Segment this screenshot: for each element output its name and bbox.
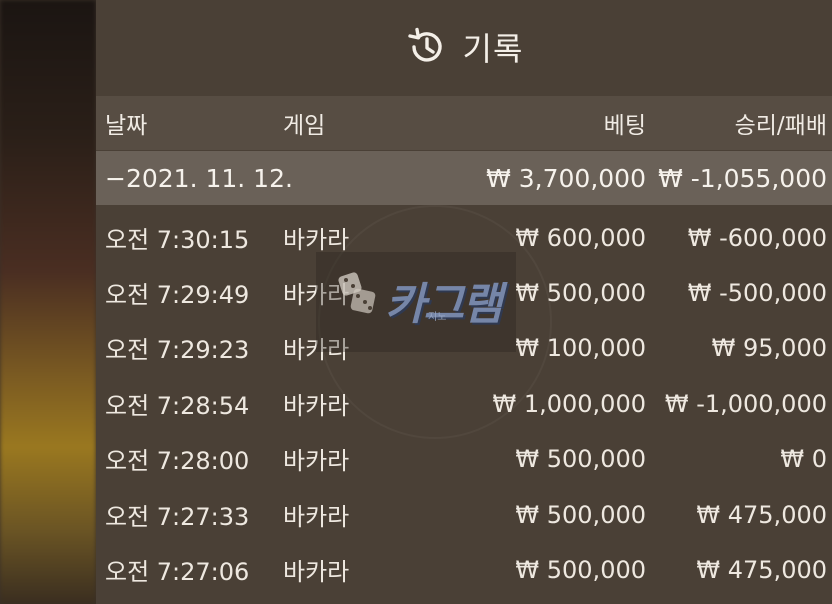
row-time: 오전 7:29:23 [105,336,250,364]
row-result: ₩ -600,000 [687,223,827,252]
watermark-logo-sub: 지노 [428,312,447,323]
row-game: 바카라 [283,447,350,475]
table-header: 날짜 게임 베팅 승리/패배 [96,96,832,150]
dice-icon [336,268,384,320]
summary-date: −2021. 11. 12. [105,163,293,193]
row-bet: ₩ 100,000 [515,333,646,362]
row-time: 오전 7:28:00 [105,447,250,475]
row-game: 바카라 [283,558,350,586]
row-time: 오전 7:27:06 [105,558,250,586]
history-icon [405,25,449,69]
row-result: ₩ 95,000 [711,333,827,362]
table-row[interactable]: 오전 7:27:33 바카라 ₩ 500,000 ₩ 475,000 [96,487,832,542]
summary-result: ₩ -1,055,000 [658,163,827,193]
row-bet: ₩ 500,000 [515,278,646,307]
row-game: 바카라 [283,503,350,531]
summary-bet: ₩ 3,700,000 [486,163,646,193]
row-result: ₩ 475,000 [696,555,827,584]
row-game: 바카라 [283,392,350,420]
column-header-bet: 베팅 [603,113,646,139]
row-bet: ₩ 600,000 [515,223,646,252]
date-summary-row[interactable]: −2021. 11. 12. ₩ 3,700,000 ₩ -1,055,000 [96,151,832,205]
column-header-result: 승리/패배 [734,113,827,139]
panel-title: 기록 [462,30,524,68]
row-bet: ₩ 500,000 [515,555,646,584]
column-header-game: 게임 [283,113,326,139]
row-result: ₩ -1,000,000 [664,389,827,418]
row-result: ₩ 0 [780,444,827,473]
row-time: 오전 7:29:49 [105,281,250,309]
background-game-blur [0,0,96,604]
row-result: ₩ -500,000 [687,278,827,307]
column-header-date: 날짜 [105,113,148,139]
row-bet: ₩ 1,000,000 [492,389,646,418]
row-bet: ₩ 500,000 [515,500,646,529]
table-row[interactable]: 오전 7:28:54 바카라 ₩ 1,000,000 ₩ -1,000,000 [96,376,832,431]
row-bet: ₩ 500,000 [515,444,646,473]
row-time: 오전 7:28:54 [105,392,250,420]
table-row[interactable]: 오전 7:28:00 바카라 ₩ 500,000 ₩ 0 [96,431,832,486]
row-time: 오전 7:27:33 [105,503,250,531]
table-row[interactable]: 오전 7:27:06 바카라 ₩ 500,000 ₩ 475,000 [96,542,832,597]
row-result: ₩ 475,000 [696,500,827,529]
row-time: 오전 7:30:15 [105,226,250,254]
panel-header: 기록 [96,0,832,94]
